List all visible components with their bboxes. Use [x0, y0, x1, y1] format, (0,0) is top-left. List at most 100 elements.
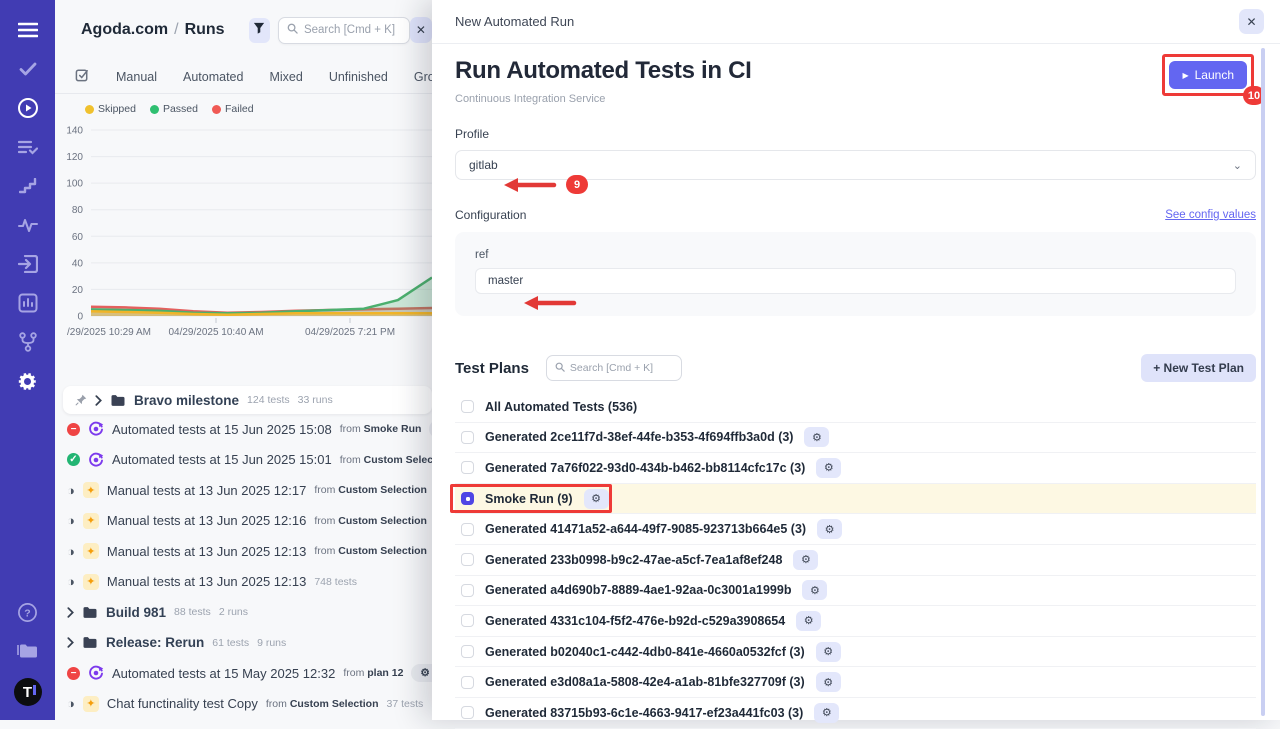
list-check-icon[interactable] [16, 135, 40, 159]
plan-settings-button[interactable]: ⚙ [584, 489, 609, 509]
plan-settings-button[interactable]: ⚙ [796, 611, 821, 631]
profile-select[interactable]: gitlab ⌄ [455, 150, 1256, 180]
test-plan-row[interactable]: Smoke Run (9)⚙ [455, 484, 1256, 515]
runs-search[interactable] [278, 17, 410, 44]
env-chip[interactable]: ⚙test [411, 664, 432, 682]
run-group-row[interactable]: Release: Rerun61 tests9 runs [55, 628, 432, 659]
run-row[interactable]: ◑✦Manual tests at 13 Jun 2025 12:16from … [55, 506, 432, 537]
plan-settings-button[interactable]: ⚙ [802, 580, 827, 600]
run-row[interactable]: −Automated tests at 15 Jun 2025 15:08fro… [55, 414, 432, 445]
expand-chevron-icon[interactable] [67, 637, 74, 648]
logo-t[interactable]: T [14, 678, 42, 706]
run-group-row[interactable]: Build 98188 tests2 runs [55, 597, 432, 628]
search-icon [287, 21, 298, 39]
plan-checkbox[interactable] [461, 400, 474, 413]
plan-settings-button[interactable]: ⚙ [816, 672, 841, 692]
plan-checkbox[interactable] [461, 461, 474, 474]
launch-button[interactable]: ▶ Launch [1169, 61, 1247, 89]
new-test-plan-button[interactable]: + New Test Plan [1141, 354, 1256, 382]
check-icon[interactable] [16, 57, 40, 81]
automated-run-icon [88, 665, 104, 681]
test-plan-row[interactable]: Generated b02040c1-c442-4db0-841e-4660a0… [455, 637, 1256, 668]
bar-chart-icon[interactable] [16, 291, 40, 315]
steps-icon[interactable] [16, 174, 40, 198]
runs-list: Bravo milestone124 tests33 runs−Automate… [55, 386, 432, 719]
test-plan-row[interactable]: Generated 2ce11f7d-38ef-44fe-b353-4f694f… [455, 423, 1256, 454]
plan-checkbox[interactable] [461, 645, 474, 658]
test-plan-row[interactable]: Generated 7a76f022-93d0-434b-b462-bb8114… [455, 453, 1256, 484]
play-circle-icon[interactable] [16, 96, 40, 120]
plan-checkbox[interactable] [461, 614, 474, 627]
plan-checkbox[interactable] [461, 431, 474, 444]
filter-icon [253, 21, 265, 39]
filter-button[interactable] [249, 18, 270, 43]
test-plan-row[interactable]: Generated 41471a52-a644-49f7-9085-923713… [455, 514, 1256, 545]
import-icon[interactable] [16, 252, 40, 276]
run-row[interactable]: ◑✦Chat functinality test Copyfrom Custom… [55, 689, 432, 720]
run-row[interactable]: −Automated tests at 15 May 2025 12:32fro… [55, 658, 432, 689]
run-group-row[interactable]: Bravo milestone124 tests33 runs [63, 386, 432, 414]
tab-mixed[interactable]: Mixed [269, 70, 302, 84]
plan-checkbox[interactable] [461, 492, 474, 505]
run-row[interactable]: ◑✦Manual tests at 13 Jun 2025 12:13from … [55, 536, 432, 567]
plan-settings-button[interactable]: ⚙ [816, 458, 841, 478]
drawer-scrollbar[interactable] [1261, 48, 1265, 716]
plan-checkbox[interactable] [461, 706, 474, 719]
runs-header: Agoda.com/Runs ✕ [55, 0, 432, 60]
folder-icon [82, 636, 98, 649]
plan-checkbox[interactable] [461, 553, 474, 566]
folder-copy-icon[interactable] [16, 639, 40, 663]
plan-settings-button[interactable]: ⚙ [804, 427, 829, 447]
plan-label: Generated b02040c1-c442-4db0-841e-4660a0… [485, 645, 805, 659]
svg-text:140: 140 [66, 126, 83, 137]
svg-text:04/29/2025 7:21 PM: 04/29/2025 7:21 PM [305, 327, 395, 338]
test-plan-row[interactable]: Generated 4331c104-f5f2-476e-b92d-c529a3… [455, 606, 1256, 637]
test-plans-search[interactable] [546, 355, 682, 381]
pulse-icon[interactable] [16, 213, 40, 237]
test-plan-row[interactable]: Generated 233b0998-b9c2-47ae-a5cf-7ea1af… [455, 545, 1256, 576]
manual-run-icon: ✦ [83, 696, 99, 712]
plan-settings-button[interactable]: ⚙ [816, 642, 841, 662]
plan-checkbox[interactable] [461, 584, 474, 597]
plan-label: All Automated Tests (536) [485, 400, 637, 414]
run-row[interactable]: ◑✦Manual tests at 13 Jun 2025 12:17from … [55, 475, 432, 506]
menu-icon[interactable] [16, 18, 40, 42]
gear-icon[interactable] [16, 369, 40, 393]
test-plan-row[interactable]: Generated e3d08a1a-5808-42e4-a1ab-81bfe3… [455, 667, 1256, 698]
run-row[interactable]: ✓Automated tests at 15 Jun 2025 15:01fro… [55, 445, 432, 476]
branch-icon[interactable] [16, 330, 40, 354]
plan-checkbox[interactable] [461, 523, 474, 536]
run-title: Manual tests at 13 Jun 2025 12:16 [107, 513, 306, 528]
folder-icon [82, 606, 98, 619]
breadcrumb-project[interactable]: Agoda.com [81, 21, 168, 38]
tab-automated[interactable]: Automated [183, 70, 243, 84]
run-title: Automated tests at 15 Jun 2025 15:01 [112, 452, 332, 467]
test-plan-row[interactable]: Generated 83715b93-6c1e-4663-9417-ef23a4… [455, 698, 1256, 729]
expand-chevron-icon[interactable] [95, 395, 102, 406]
test-plan-row[interactable]: Generated a4d690b7-8889-4ae1-92aa-0c3001… [455, 576, 1256, 607]
plan-settings-button[interactable]: ⚙ [817, 519, 842, 539]
plan-settings-button[interactable]: ⚙ [793, 550, 818, 570]
test-plans-header: Test Plans + New Test Plan [455, 354, 1256, 382]
tab-unfinished[interactable]: Unfinished [329, 70, 388, 84]
expand-chevron-icon[interactable] [67, 607, 74, 618]
ref-input[interactable]: master [475, 268, 1236, 294]
run-row[interactable]: ◑✦Manual tests at 13 Jun 2025 12:13748 t… [55, 567, 432, 598]
test-plan-row[interactable]: All Automated Tests (536) [455, 392, 1256, 423]
plan-checkbox[interactable] [461, 676, 474, 689]
group-title: Release: Rerun [106, 635, 204, 650]
select-all-runs-icon[interactable] [75, 67, 90, 87]
panel-close-button[interactable]: ✕ [410, 17, 432, 43]
test-plans-search-input[interactable] [570, 362, 673, 374]
legend-dot [150, 105, 159, 114]
in-progress-status-icon: ◑ [67, 514, 75, 527]
drawer-header: New Automated Run ✕ [432, 0, 1280, 44]
app-sidebar: ? T [0, 0, 55, 720]
drawer-close-button[interactable]: ✕ [1239, 9, 1264, 34]
tab-groups[interactable]: Groups [414, 70, 432, 84]
help-icon[interactable]: ? [16, 600, 40, 624]
see-config-values-link[interactable]: See config values [1165, 209, 1256, 221]
svg-text:/29/2025 10:29 AM: /29/2025 10:29 AM [67, 327, 151, 338]
tab-manual[interactable]: Manual [116, 70, 157, 84]
runs-search-input[interactable] [304, 24, 401, 36]
